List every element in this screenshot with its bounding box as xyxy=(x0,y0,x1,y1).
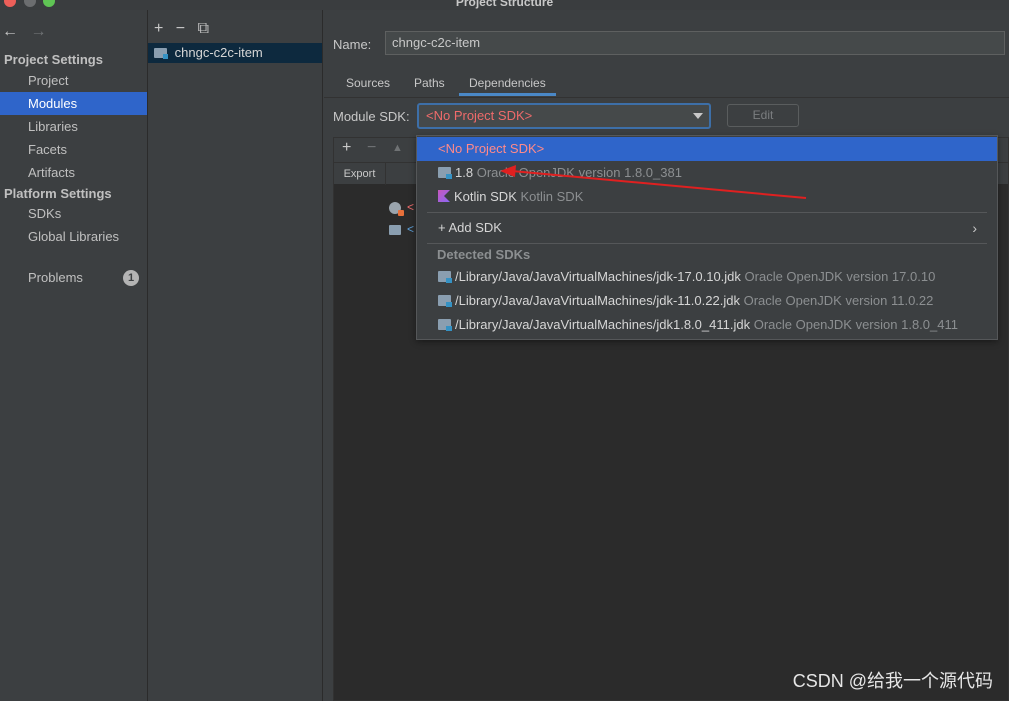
back-arrow-icon[interactable]: ← xyxy=(2,23,18,40)
dropdown-arrow-icon xyxy=(693,113,703,119)
sdk-option-detail: Kotlin SDK xyxy=(520,189,584,204)
module-sdk-label: Module SDK: xyxy=(333,109,410,124)
jdk-folder-icon xyxy=(438,319,452,331)
jdk-folder-icon xyxy=(438,167,452,179)
sdk-option-detail: Oracle OpenJDK version 1.8.0_381 xyxy=(476,165,682,180)
tab-paths[interactable]: Paths xyxy=(414,72,445,96)
modules-list-pane: + − ⧉ chngc-c2c-item xyxy=(148,10,323,701)
sdk-option-label: <No Project SDK> xyxy=(438,141,545,156)
sdk-option-label: 1.8 xyxy=(455,165,474,180)
detected-sdk-path: /Library/Java/JavaVirtualMachines/jdk-17… xyxy=(455,269,741,284)
sdk-option-label: Kotlin SDK xyxy=(454,189,517,204)
title-bar: Project Structure xyxy=(0,0,1009,10)
add-sdk-menu-item[interactable]: + Add SDK › xyxy=(417,216,997,240)
kotlin-icon xyxy=(438,190,450,202)
detected-sdk-jdk-11[interactable]: /Library/Java/JavaVirtualMachines/jdk-11… xyxy=(417,289,997,313)
nav-item-facets[interactable]: Facets xyxy=(0,138,147,161)
add-module-icon[interactable]: + xyxy=(154,20,163,37)
detected-sdk-path: /Library/Java/JavaVirtualMachines/jdk-11… xyxy=(455,293,740,308)
problems-count-badge: 1 xyxy=(123,270,139,286)
modules-toolbar: + − ⧉ xyxy=(154,20,217,38)
remove-module-icon[interactable]: − xyxy=(176,20,185,37)
detected-sdk-jdk-17[interactable]: /Library/Java/JavaVirtualMachines/jdk-17… xyxy=(417,265,997,289)
detected-sdk-detail: Oracle OpenJDK version 1.8.0_411 xyxy=(753,317,958,332)
nav-item-sdks[interactable]: SDKs xyxy=(0,202,147,225)
module-source-row[interactable]: < xyxy=(407,222,414,236)
jdk-folder-icon xyxy=(438,295,452,307)
sdk-dropdown-popup: <No Project SDK> 1.8 Oracle OpenJDK vers… xyxy=(416,135,998,340)
nav-item-project[interactable]: Project xyxy=(0,69,147,92)
move-up-icon[interactable]: ▲ xyxy=(392,142,403,154)
module-name-field[interactable]: chngc-c2c-item xyxy=(385,31,1005,55)
sdk-option-1-8[interactable]: 1.8 Oracle OpenJDK version 1.8.0_381 xyxy=(417,161,997,185)
add-dependency-icon[interactable]: + xyxy=(342,139,351,157)
remove-dependency-icon[interactable]: − xyxy=(367,139,376,157)
module-sdk-value: <No Project SDK> xyxy=(426,108,533,123)
tab-dependencies[interactable]: Dependencies xyxy=(459,72,556,96)
copy-module-icon[interactable]: ⧉ xyxy=(198,20,209,37)
sdk-dependency-icon xyxy=(389,202,404,216)
popup-separator xyxy=(427,243,987,244)
chevron-right-icon: › xyxy=(972,220,977,236)
detected-sdk-detail: Oracle OpenJDK version 11.0.22 xyxy=(743,293,934,308)
sdk-option-no-project-sdk[interactable]: <No Project SDK> xyxy=(417,137,997,161)
platform-settings-header: Platform Settings xyxy=(4,186,112,201)
project-settings-header: Project Settings xyxy=(4,52,103,67)
sdk-option-kotlin[interactable]: Kotlin SDK Kotlin SDK xyxy=(417,185,997,209)
sdk-dependency-row[interactable]: < xyxy=(407,200,414,214)
jdk-folder-icon xyxy=(438,271,452,283)
module-details-pane: Name: chngc-c2c-item Sources Paths Depen… xyxy=(324,10,1009,701)
detected-sdk-path: /Library/Java/JavaVirtualMachines/jdk1.8… xyxy=(455,317,751,332)
popup-separator xyxy=(427,212,987,213)
edit-sdk-button[interactable]: Edit xyxy=(727,104,799,127)
nav-item-global-libraries[interactable]: Global Libraries xyxy=(0,225,147,248)
add-sdk-label: + Add SDK xyxy=(438,220,502,235)
nav-item-problems[interactable]: Problems 1 xyxy=(0,266,147,289)
problems-label: Problems xyxy=(28,270,83,285)
module-folder-icon xyxy=(154,48,168,59)
nav-arrows: ← → xyxy=(2,23,54,41)
module-name-label: chngc-c2c-item xyxy=(174,45,263,60)
watermark-text: CSDN @给我一个源代码 xyxy=(792,671,993,691)
export-column-header[interactable]: Export xyxy=(334,163,386,185)
detected-sdk-jdk-1-8[interactable]: /Library/Java/JavaVirtualMachines/jdk1.8… xyxy=(417,313,997,337)
forward-arrow-icon[interactable]: → xyxy=(30,23,46,40)
module-source-icon xyxy=(389,225,401,235)
module-list-item[interactable]: chngc-c2c-item xyxy=(148,43,322,63)
nav-item-artifacts[interactable]: Artifacts xyxy=(0,161,147,184)
module-sdk-dropdown[interactable]: <No Project SDK> xyxy=(417,103,711,129)
nav-item-libraries[interactable]: Libraries xyxy=(0,115,147,138)
detected-sdks-header: Detected SDKs xyxy=(437,247,531,262)
tabs-divider xyxy=(324,97,1009,98)
settings-nav-pane: ← → Project Settings Project Modules Lib… xyxy=(0,10,148,701)
tab-sources[interactable]: Sources xyxy=(346,72,390,96)
window-title: Project Structure xyxy=(455,0,554,9)
nav-item-modules[interactable]: Modules xyxy=(0,92,147,115)
detected-sdk-detail: Oracle OpenJDK version 17.0.10 xyxy=(744,269,936,284)
name-label: Name: xyxy=(333,37,372,52)
